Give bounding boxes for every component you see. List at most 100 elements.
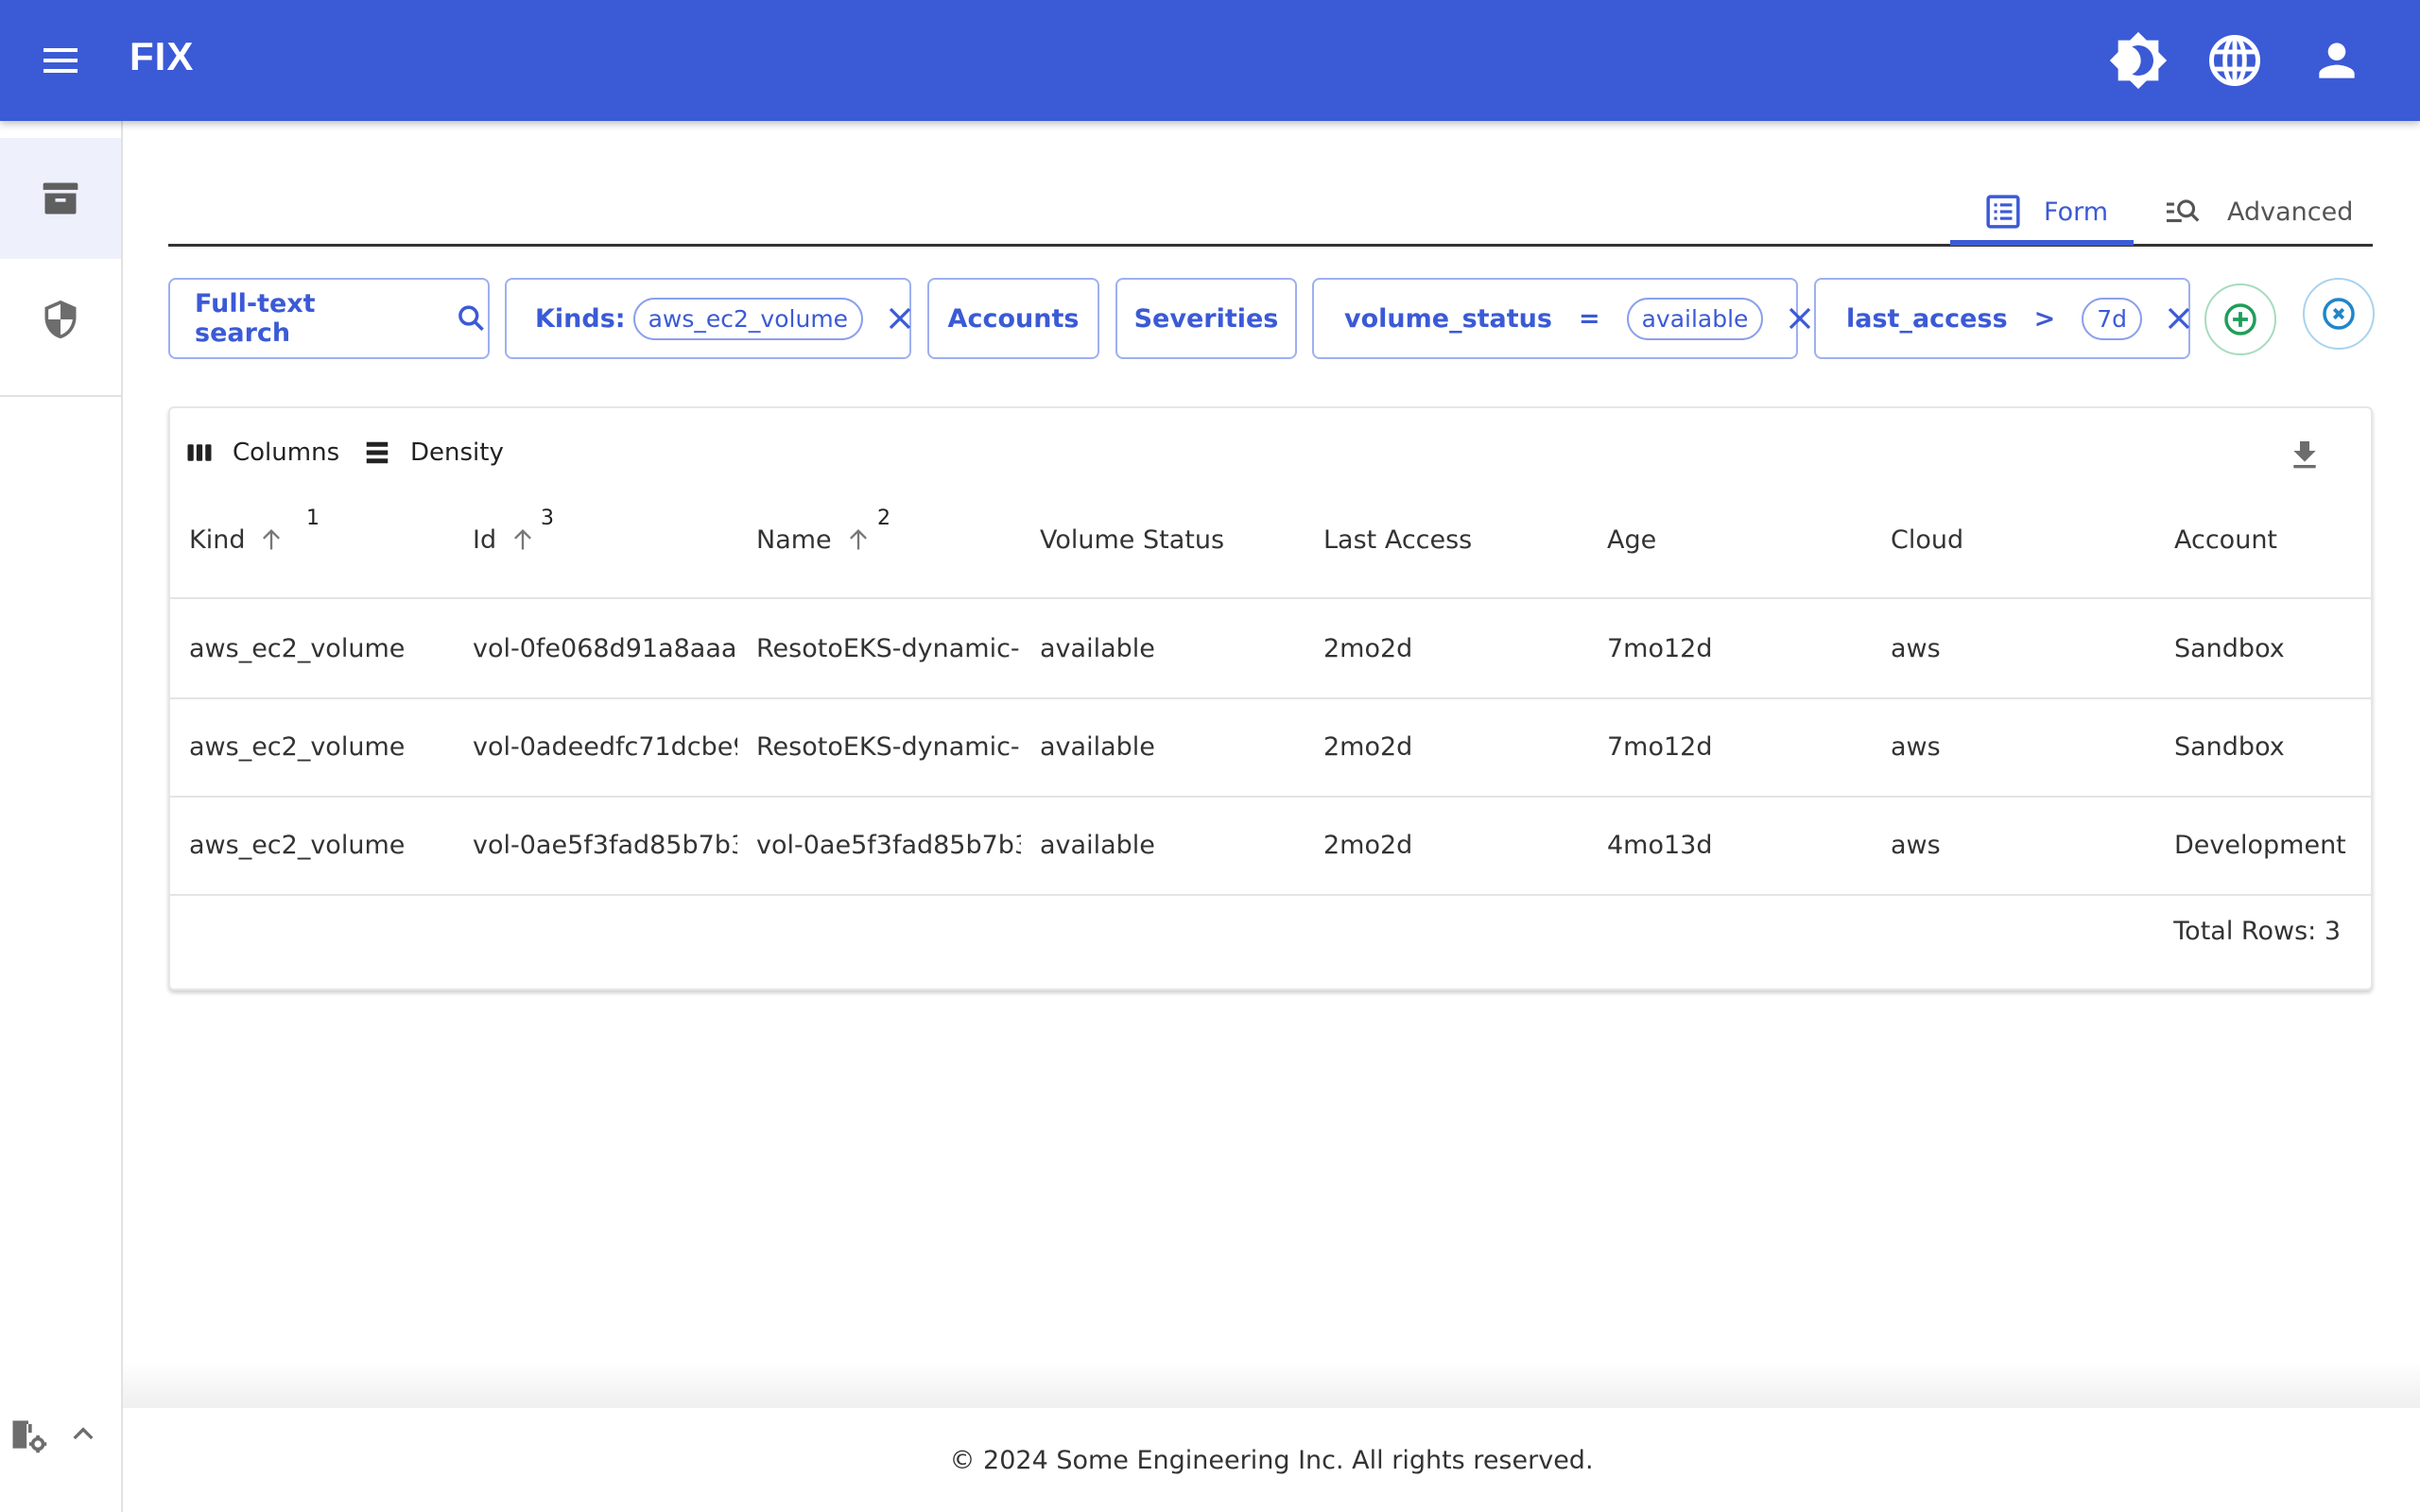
active-tab-indicator: [1950, 240, 2134, 246]
severities-filter-button[interactable]: Severities: [1115, 278, 1297, 359]
accounts-label: Accounts: [947, 303, 1080, 334]
menu-button[interactable]: [38, 38, 83, 83]
full-text-search-input[interactable]: Full-text search: [168, 278, 490, 359]
column-header-kind[interactable]: Kind 1: [189, 507, 320, 573]
results-table: Columns Density Kind 1 Id 3 Name 2 Volum…: [168, 406, 2373, 990]
sort-rank: 2: [877, 507, 890, 530]
tab-advanced[interactable]: Advanced: [2165, 180, 2353, 244]
column-header-volume-status[interactable]: Volume Status: [1040, 507, 1224, 573]
table-cell: ResotoEKS-dynamic-p: [756, 731, 1021, 762]
condition-operator[interactable]: =: [1579, 304, 1600, 334]
column-header-account[interactable]: Account: [2174, 507, 2277, 573]
density-icon: [366, 441, 389, 464]
table-row[interactable]: aws_ec2_volume vol-0ae5f3fad85b7b3 vol-0ae…: [170, 796, 2371, 894]
table-cell: aws: [1891, 731, 1941, 762]
download-button[interactable]: [2286, 437, 2324, 478]
clear-circle-icon: [2323, 298, 2355, 330]
app-bar: FIX: [0, 0, 2420, 121]
column-header-last-access[interactable]: Last Access: [1323, 507, 1472, 573]
column-header-cloud[interactable]: Cloud: [1891, 507, 1963, 573]
table-cell: 2mo2d: [1323, 830, 1413, 860]
remove-condition-button[interactable]: [1786, 304, 1814, 333]
table-cell: 4mo13d: [1607, 830, 1713, 860]
shield-icon: [44, 300, 77, 339]
tab-form-label: Form: [2044, 197, 2109, 227]
tab-form[interactable]: Form: [1985, 180, 2108, 244]
condition-operator[interactable]: >: [2034, 304, 2056, 334]
sidebar-divider: [0, 395, 121, 397]
menu-icon: [43, 48, 78, 52]
table-cell: aws: [1891, 633, 1941, 663]
severities-label: Severities: [1133, 303, 1279, 334]
chevron-up-icon[interactable]: [68, 1419, 98, 1450]
table-cell: vol-0ae5f3fad85b7b3: [756, 830, 1021, 860]
columns-button[interactable]: Columns: [185, 438, 339, 467]
column-header-name[interactable]: Name 2: [756, 507, 890, 573]
table-cell: aws_ec2_volume: [189, 633, 406, 663]
table-cell: 2mo2d: [1323, 633, 1413, 663]
theme-toggle-button[interactable]: [2108, 30, 2169, 91]
language-button[interactable]: [2204, 30, 2265, 91]
column-header-age[interactable]: Age: [1607, 507, 1656, 573]
column-label: Kind: [189, 524, 246, 555]
sidebar-item-security[interactable]: [0, 259, 121, 380]
sort-rank: 3: [541, 507, 554, 530]
tab-advanced-label: Advanced: [2227, 197, 2354, 227]
table-cell: aws_ec2_volume: [189, 731, 406, 762]
remove-condition-button[interactable]: [2165, 304, 2193, 333]
add-circle-icon: [2224, 303, 2256, 335]
footer-shadow: [123, 1361, 2420, 1408]
workspace-settings-icon: [12, 1420, 47, 1453]
kinds-label: Kinds:: [535, 303, 626, 334]
clear-kinds-button[interactable]: [886, 304, 914, 333]
columns-icon: [187, 444, 212, 461]
table-row[interactable]: aws_ec2_volume vol-0fe068d91a8aaac ResotoE…: [170, 599, 2371, 697]
user-icon: [2319, 43, 2355, 78]
table-cell: Sandbox: [2174, 633, 2285, 663]
column-label: Volume Status: [1040, 524, 1225, 555]
download-icon: [2293, 441, 2316, 469]
density-button[interactable]: Density: [363, 438, 504, 467]
volume-status-condition[interactable]: volume_status = available: [1312, 278, 1811, 359]
row-divider: [170, 894, 2371, 896]
sidebar: [0, 121, 123, 1512]
column-label: Last Access: [1323, 524, 1473, 555]
accounts-filter-button[interactable]: Accounts: [927, 278, 1099, 359]
kinds-filter[interactable]: Kinds: aws_ec2_volume: [505, 278, 911, 359]
table-cell: 7mo12d: [1607, 731, 1713, 762]
sidebar-item-inventory[interactable]: [0, 138, 121, 259]
menu-icon-bar: [43, 59, 78, 62]
condition-value-chip[interactable]: available: [1626, 297, 1764, 340]
search-list-icon: [2167, 199, 2200, 223]
table-cell: 7mo12d: [1607, 633, 1713, 663]
add-filter-button[interactable]: [2204, 284, 2276, 355]
total-rows: Total Rows: 3: [2173, 917, 2341, 946]
clear-all-filters-button[interactable]: [2303, 278, 2375, 350]
sort-ascending-icon: [510, 526, 536, 553]
condition-value-chip[interactable]: 7d: [2082, 297, 2143, 340]
last-access-condition[interactable]: last_access > 7d: [1814, 278, 2190, 359]
menu-icon-bar: [43, 69, 78, 73]
account-button[interactable]: [2307, 30, 2367, 91]
column-label: Account: [2174, 524, 2278, 555]
kind-chip[interactable]: aws_ec2_volume: [632, 297, 864, 340]
column-header-id[interactable]: Id 3: [473, 507, 554, 573]
search-icon: [458, 305, 484, 332]
close-icon: [889, 307, 911, 330]
app-logo-title: FIX: [130, 34, 195, 78]
condition-field: last_access: [1846, 303, 2008, 334]
sort-ascending-icon: [845, 526, 872, 553]
table-cell: Sandbox: [2174, 731, 2285, 762]
theme-toggle-icon: [2109, 31, 2168, 90]
workspace-switcher[interactable]: [8, 1414, 98, 1455]
column-label: Id: [473, 524, 497, 555]
table-cell: available: [1040, 731, 1155, 762]
form-list-icon: [1986, 195, 2020, 229]
sort-rank: 1: [306, 507, 320, 530]
table-row[interactable]: aws_ec2_volume vol-0adeedfc71dcbe9 ResotoE…: [170, 697, 2371, 796]
archive-box-icon: [43, 182, 78, 215]
column-label: Age: [1607, 524, 1657, 555]
search-placeholder: Full-text search: [195, 289, 316, 348]
footer: © 2024 Some Engineering Inc. All rights …: [123, 1408, 2420, 1512]
density-label: Density: [410, 438, 504, 467]
